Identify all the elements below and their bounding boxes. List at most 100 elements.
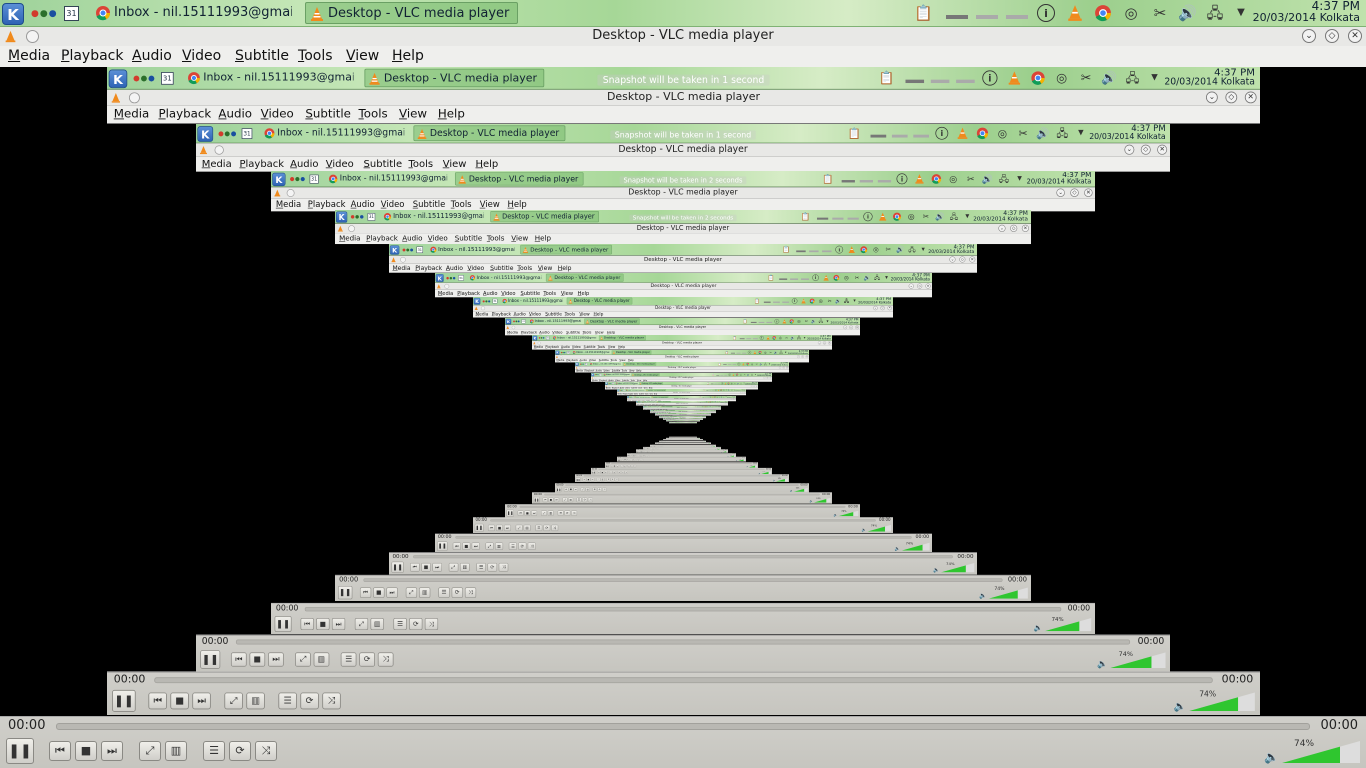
menu-help[interactable]: Help [392, 48, 424, 64]
task-label: Inbox - nil.15111993@gmail. [438, 246, 515, 253]
chrome-tray-icon[interactable] [1094, 4, 1112, 22]
menu-tools[interactable]: Tools [298, 48, 333, 64]
menu-video: Video [501, 290, 516, 297]
volume-slider: 74% [729, 455, 736, 457]
maximize-button[interactable]: ◇ [1325, 29, 1339, 43]
clock[interactable]: 4:37 PM 20/03/2014 Kolkata [1253, 0, 1360, 24]
fullscreen-button: ⤢ [354, 617, 369, 631]
network-icon[interactable]: 🖧 [1206, 4, 1224, 22]
desktop-pager-2[interactable] [974, 0, 1000, 21]
menu-subtitle: Subtitle [545, 311, 562, 317]
speaker-icon: 🔈 [758, 472, 761, 475]
menu-subtitle: Subtitle [583, 345, 596, 350]
next-button: ⏭ [471, 542, 480, 550]
activities-icon[interactable]: ●●● [31, 9, 58, 19]
time-elapsed[interactable]: 00:00 [8, 718, 45, 733]
menu-media[interactable]: Media [8, 48, 50, 64]
volume-tray-icon: 🔊 [811, 319, 816, 324]
random-button: ⤨ [624, 471, 628, 474]
expand-tray-icon: ▼ [803, 336, 806, 339]
kde-menu-button[interactable]: K [2, 3, 24, 25]
playlist-button: ☰ [393, 617, 407, 631]
extended-settings-button: ▥ [600, 478, 605, 482]
chrome-icon [603, 373, 606, 376]
seek-slider [455, 536, 912, 539]
seek-slider[interactable] [56, 723, 1310, 730]
pause-button[interactable]: ❚❚ [6, 738, 34, 764]
previous-button[interactable]: ⏮ [49, 741, 71, 761]
volume-tray-icon: 🔊 [774, 350, 778, 355]
desktop-pager-1[interactable] [944, 0, 970, 21]
loop-button: ⟳ [518, 542, 527, 550]
fullscreen-button[interactable]: ⤢ [139, 741, 161, 761]
random-button[interactable]: ⤨ [255, 741, 277, 761]
vlc-tray-icon[interactable] [1066, 4, 1084, 22]
expand-tray-icon[interactable]: ▼ [1232, 4, 1250, 22]
activities-icon: ●●● [513, 320, 520, 323]
clock-date: 20/03/2014 Kolkata [807, 337, 831, 341]
speaker-icon: 🔈 [1033, 623, 1043, 632]
vlc-icon [600, 336, 603, 340]
extended-settings-button[interactable]: ▥ [165, 741, 187, 761]
desktop-pager-3[interactable] [1004, 0, 1030, 21]
loop-button[interactable]: ⟳ [229, 741, 251, 761]
menu-video: Video [571, 345, 581, 350]
extended-settings-button: ▥ [246, 692, 265, 710]
task-vlc[interactable]: Desktop - VLC media player [305, 2, 518, 24]
info-icon: i [791, 298, 798, 304]
maximize-button: ◇ [880, 305, 885, 311]
network-icon: 🖧 [818, 319, 823, 324]
menu-video[interactable]: Video [182, 48, 221, 64]
stop-button[interactable]: ■ [75, 741, 97, 761]
info-icon[interactable]: i [1037, 4, 1055, 22]
calendar-icon[interactable]: 31 [64, 6, 79, 21]
maximize-button: ◇ [917, 283, 923, 289]
menu-bar: Media Playback Audio Video Subtitle Tool… [335, 233, 1031, 245]
time-elapsed: 00:00 [556, 483, 564, 487]
playlist-button: ☰ [340, 652, 357, 667]
playlist-button[interactable]: ☰ [203, 741, 225, 761]
menu-view: View [607, 345, 616, 350]
menu-audio[interactable]: Audio [132, 48, 172, 64]
menu-tools: Tools [358, 107, 388, 122]
clipboard-icon: 📋 [732, 335, 737, 340]
next-button[interactable]: ⏭ [101, 741, 123, 761]
time-total[interactable]: 00:00 [1321, 718, 1358, 733]
activities-icon: ●●● [402, 247, 414, 253]
stop-button: ■ [586, 478, 591, 482]
controls-bar: 00:00 00:00 ❚❚ ⏮ ■ ⏭ ⤢ ▥ ☰ ⟳ ⤨ 🔈 74% [505, 504, 860, 518]
calendar-icon: 31 [492, 298, 498, 304]
minimize-button[interactable]: ⌄ [1302, 29, 1316, 43]
clipboard-icon[interactable]: 📋 [914, 4, 933, 22]
menu-subtitle[interactable]: Subtitle [235, 48, 289, 64]
seek-slider [544, 493, 820, 496]
previous-button: ⏮ [542, 497, 548, 503]
disk-icon[interactable]: ◎ [1122, 4, 1140, 22]
pause-button: ❚❚ [338, 586, 353, 600]
speaker-icon[interactable]: 🔈 [1264, 751, 1279, 763]
menu-playback[interactable]: Playback [61, 48, 123, 64]
seek-slider [235, 639, 1131, 645]
extended-settings-button: ▥ [523, 524, 531, 531]
disk-icon: ◎ [818, 298, 823, 304]
task-chrome-inbox[interactable]: Inbox - nil.15111993@gmail. [92, 2, 292, 24]
next-button: ⏭ [192, 692, 211, 710]
task-label: Inbox - nil.15111993@gmail. [534, 319, 581, 324]
volume-tray-icon[interactable]: 🔊 [1178, 4, 1197, 22]
speaker-icon: 🔈 [790, 489, 793, 493]
next-button: ⏭ [626, 458, 629, 461]
volume-slider[interactable]: 74% [1282, 739, 1360, 763]
menu-view[interactable]: View [346, 48, 379, 64]
controls-bar: 00:00 00:00 ❚❚ ⏮ ■ ⏭ ⤢ ▥ ☰ ⟳ ⤨ 🔈 74% [335, 574, 1031, 602]
close-button[interactable]: ✕ [1348, 29, 1362, 43]
random-button: ⤨ [464, 587, 477, 598]
volume-label: 74% [1294, 739, 1315, 749]
time-total: 00:00 [752, 462, 758, 465]
desktop-pager-3 [800, 273, 810, 281]
chrome-icon [469, 275, 476, 281]
vlc-icon [568, 299, 573, 304]
menu-audio: Audio [445, 264, 463, 272]
scissors-icon[interactable]: ✂ [1151, 4, 1169, 22]
chrome-tray-icon [809, 298, 815, 304]
title-bar[interactable]: Desktop - VLC media player ⌄ ◇ ✕ [0, 27, 1366, 46]
